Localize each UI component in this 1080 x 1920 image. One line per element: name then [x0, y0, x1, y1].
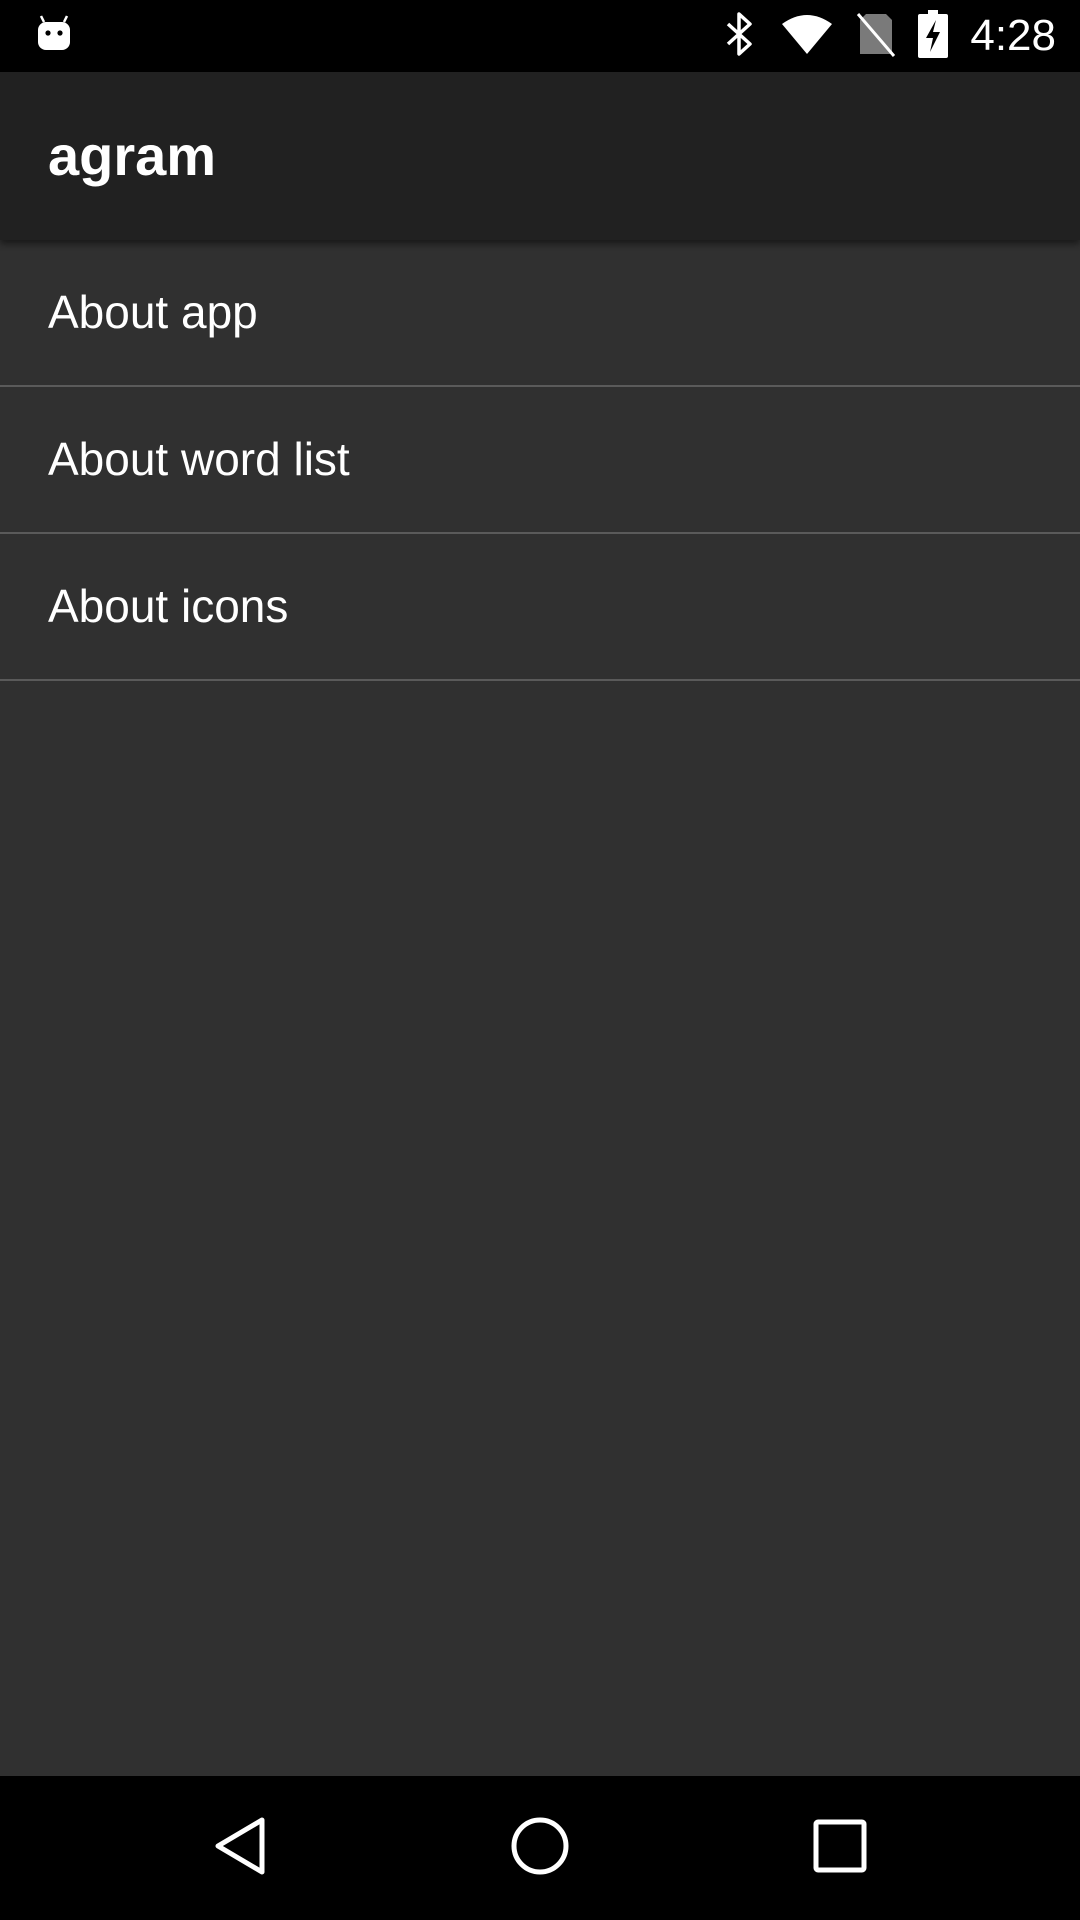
list-item-label: About word list: [48, 433, 350, 485]
wifi-icon: [780, 12, 834, 61]
android-debug-icon: [34, 14, 74, 54]
recents-square-icon: [810, 1816, 870, 1881]
list-item-about-icons[interactable]: About icons: [0, 534, 1080, 681]
list-item-label: About icons: [48, 580, 289, 632]
list-item-label: About app: [48, 286, 258, 338]
status-clock: 4:28: [970, 11, 1056, 60]
home-circle-icon: [508, 1814, 572, 1883]
back-button[interactable]: [204, 1812, 276, 1884]
home-button[interactable]: [504, 1812, 576, 1884]
battery-charging-icon: [918, 9, 949, 63]
navigation-bar: [0, 1776, 1080, 1920]
list-item-about-app[interactable]: About app: [0, 240, 1080, 387]
screen: 4:28 agram About app About word list Abo…: [0, 0, 1080, 1920]
status-bar: 4:28: [0, 0, 1080, 72]
app-title: agram: [48, 124, 217, 187]
status-icons: 4:28: [722, 0, 1080, 72]
back-triangle-icon: [210, 1814, 270, 1883]
list-item-about-word-list[interactable]: About word list: [0, 387, 1080, 534]
about-list: About app About word list About icons: [0, 240, 1080, 681]
app-bar: agram: [0, 72, 1080, 240]
bluetooth-icon: [722, 10, 758, 63]
recents-button[interactable]: [804, 1812, 876, 1884]
no-sim-icon: [856, 10, 896, 63]
